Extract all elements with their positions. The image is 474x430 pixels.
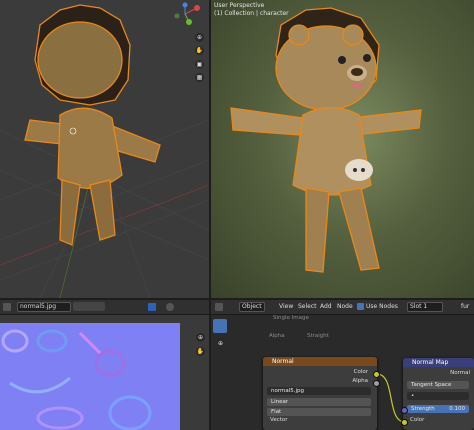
select-mode-icon[interactable] (148, 303, 156, 311)
use-nodes-label: Use Nodes (366, 303, 398, 310)
node-editor-canvas[interactable]: ⊕ Single Image Alpha Straight Normal Col… (211, 315, 474, 430)
image-datablock-name: normal5.jpg (271, 388, 305, 394)
in-vector-label: Vector (270, 417, 288, 423)
out-alpha-socket[interactable] (373, 380, 380, 387)
normal-map-image (0, 323, 180, 430)
strength-value: 0.100 (449, 406, 465, 412)
menu-add[interactable]: Add (320, 303, 332, 310)
menu-select[interactable]: Select (298, 303, 317, 310)
material-name-partial[interactable]: fur (461, 303, 469, 310)
projection-dropdown[interactable]: Flat (267, 408, 371, 416)
left-3d-viewport[interactable]: ⊕ ✋ ▣ ▦ (0, 0, 209, 298)
image-editor-canvas[interactable]: ⊕ ✋ (0, 315, 209, 430)
in-color-socket[interactable] (401, 419, 408, 426)
editor-type-icon[interactable] (215, 303, 223, 311)
out-color-label: Color (353, 369, 368, 375)
display-channels-icon[interactable] (166, 303, 174, 311)
object-dropdown[interactable]: Object (239, 302, 265, 312)
image-node-title: Normal (263, 357, 377, 366)
zoom-icon[interactable]: ⊕ (195, 33, 204, 42)
space-dropdown[interactable]: Tangent Space (407, 381, 469, 389)
out-color-socket[interactable] (373, 371, 380, 378)
image-datablock-buttons[interactable] (73, 302, 105, 311)
gizmo-axes-icon[interactable] (165, 2, 205, 26)
viewport-right-canvas (230, 7, 422, 273)
normal-map-node[interactable]: Normal Map Normal Tangent Space • Streng… (403, 358, 474, 430)
in-color-label: Color (410, 417, 425, 423)
menu-view[interactable]: View (279, 303, 293, 310)
normal-map-title: Normal Map (403, 358, 474, 367)
out-alpha-label: Alpha (352, 378, 368, 384)
strength-socket[interactable] (401, 407, 408, 414)
strength-slider[interactable]: Strength 0.100 (407, 405, 469, 413)
grid-icon[interactable]: ▦ (195, 73, 204, 82)
image-zoom-icon[interactable]: ⊕ (196, 333, 205, 342)
node-editor-header: Object View Select Add Node Use Nodes Sl… (211, 300, 474, 315)
slot-dropdown[interactable]: Slot 1 (407, 302, 443, 312)
right-3d-viewport[interactable]: User Perspective (1) Collection | charac… (211, 0, 474, 298)
strength-label: Strength (411, 406, 435, 412)
image-editor-header: normal5.jpg (0, 300, 209, 315)
camera-icon[interactable]: ▣ (195, 60, 204, 69)
image-datablock-field[interactable]: normal5.jpg (267, 387, 371, 395)
viewport-left-canvas (0, 4, 209, 298)
image-name-field[interactable]: normal5.jpg (17, 302, 71, 312)
interpolation-dropdown[interactable]: Linear (267, 398, 371, 406)
image-editor-type-icon[interactable] (3, 303, 11, 311)
out-normal-label: Normal (450, 370, 470, 376)
menu-node[interactable]: Node (337, 303, 353, 310)
uvmap-field[interactable]: • (407, 392, 469, 400)
image-hand-icon[interactable]: ✋ (196, 347, 205, 356)
use-nodes-checkbox[interactable] (357, 303, 364, 310)
hand-icon[interactable]: ✋ (195, 46, 204, 55)
